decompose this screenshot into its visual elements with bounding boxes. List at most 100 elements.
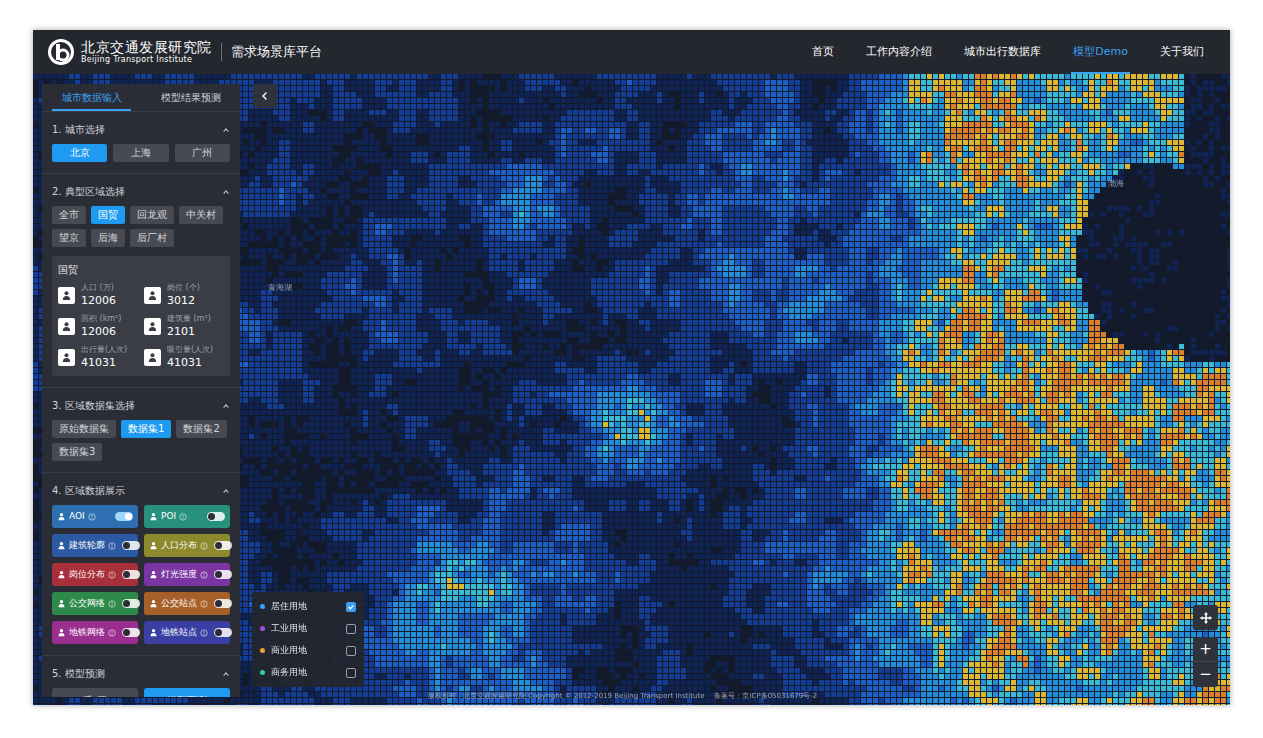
layer-chip[interactable]: 公交站点 [144,592,230,615]
section-header[interactable]: 1. 城市选择 [52,122,230,137]
layer-switch[interactable] [214,628,232,637]
legend-item[interactable]: 商务用地 [260,664,356,681]
layer-switch[interactable] [214,541,232,550]
move-icon [1199,611,1213,625]
zoom-out-button[interactable]: − [1193,662,1218,687]
layer-chip[interactable]: 人口分布 [144,534,230,557]
stat-label: 出行量(人次) [81,346,127,354]
switch-knob [123,571,130,578]
layer-switch[interactable] [122,570,140,579]
option-button[interactable]: 原始数据集 [52,420,116,438]
panel-tab[interactable]: 城市数据输入 [42,84,141,111]
switch-knob [215,629,222,636]
option-button[interactable]: 国贸 [91,206,125,224]
nav-item[interactable]: 城市出行数据库 [962,30,1043,74]
info-icon [200,571,208,579]
person-icon [57,570,66,579]
region-stat: 人口 (万)12006 [58,284,138,306]
option-button[interactable]: 北京 [52,144,107,162]
info-icon [200,629,208,637]
zoom-in-button[interactable]: + [1193,637,1218,662]
map-area[interactable]: 渤海青海湖 城市数据输入模型结果预测1. 城市选择北京上海广州2. 典型区域选择… [33,74,1230,705]
logo[interactable]: 北京交通发展研究院Beijing Transport Institute [47,38,212,66]
layer-chip[interactable]: AOI [52,505,138,528]
layer-chip[interactable]: 公交网络 [52,592,138,615]
person-icon [61,352,72,363]
stat-icon-box [58,349,75,366]
option-button[interactable]: 回龙观 [130,206,174,224]
legend-checkbox[interactable] [346,668,356,678]
option-label: 后厂村 [137,233,167,243]
layer-chip[interactable]: 地铁站点 [144,621,230,644]
legend-dot [260,648,265,653]
person-icon [57,512,66,521]
layer-chip[interactable]: 岗位分布 [52,563,138,586]
legend-item[interactable]: 工业用地 [260,620,356,637]
option-button[interactable]: 望京 [52,229,86,247]
stat-label: 岗位 (个) [167,284,200,292]
option-button[interactable]: 全市 [52,206,86,224]
layer-chip[interactable]: 灯光强度 [144,563,230,586]
person-icon [149,512,158,521]
legend-dot [260,670,265,675]
chevron-left-icon [260,91,270,101]
layer-switch[interactable] [214,599,232,608]
nav-item[interactable]: 工作内容介绍 [864,30,934,74]
option-button[interactable]: 数据集1 [121,420,171,438]
predict-button[interactable]: 模型预测 [144,688,230,697]
legend-item[interactable]: 商业用地 [260,642,356,659]
stat-value: 41031 [81,357,127,368]
nav-label: 首页 [812,44,834,61]
layer-label: POI [161,510,176,524]
legend-checkbox[interactable] [346,646,356,656]
panel-section: 1. 城市选择北京 上海 广州 [42,112,240,174]
reset-button[interactable]: 重 置 [52,688,138,697]
layer-switch[interactable] [122,599,140,608]
layer-switch[interactable] [214,570,232,579]
option-label: 国贸 [98,210,118,220]
stat-value: 12006 [81,326,121,337]
person-icon [149,628,158,637]
layer-chip[interactable]: 地铁网络 [52,621,138,644]
legend-item[interactable]: 居住用地 [260,598,356,615]
pan-button[interactable] [1193,605,1218,630]
section-header[interactable]: 4. 区域数据展示 [52,483,230,498]
nav-bar: 首页 工作内容介绍 城市出行数据库 模型Demo 关于我们 [810,30,1206,74]
region-card-title: 国贸 [58,262,224,277]
section-header[interactable]: 2. 典型区域选择 [52,184,230,199]
nav-label: 城市出行数据库 [964,44,1041,61]
person-icon [61,290,72,301]
option-button[interactable]: 中关村 [179,206,223,224]
layer-switch[interactable] [122,628,140,637]
layer-chip[interactable]: 建筑轮廓 [52,534,138,557]
legend-checkbox[interactable] [346,624,356,634]
nav-item[interactable]: 首页 [810,30,836,74]
layer-switch[interactable] [207,512,225,521]
section-header[interactable]: 3. 区域数据集选择 [52,398,230,413]
option-button[interactable]: 上海 [113,144,168,162]
switch-knob [215,600,222,607]
section-header[interactable]: 5. 模型预测 [52,666,230,681]
option-button[interactable]: 数据集3 [52,443,102,461]
option-button[interactable]: 数据集2 [176,420,226,438]
legend-label: 居住用地 [271,600,307,614]
stat-icon-box [144,318,161,335]
layer-label: 地铁站点 [161,626,197,640]
person-icon [149,570,158,579]
stat-label: 面积 (km²) [81,315,121,323]
option-button[interactable]: 后海 [91,229,125,247]
icp-text: 备案号：京ICP备05031679号-2 [714,691,817,702]
option-button[interactable]: 广州 [175,144,230,162]
collapse-button[interactable] [253,84,277,108]
layer-switch[interactable] [122,541,140,550]
option-button[interactable]: 后厂村 [130,229,174,247]
switch-knob [125,513,132,520]
option-label: 上海 [131,148,151,158]
legend-checkbox[interactable] [346,602,356,612]
layer-chip[interactable]: POI [144,505,230,528]
nav-item[interactable]: 关于我们 [1158,30,1206,74]
nav-item[interactable]: 模型Demo [1071,30,1130,74]
layer-switch[interactable] [115,512,133,521]
panel-tab[interactable]: 模型结果预测 [141,84,240,111]
legend-label: 工业用地 [271,622,307,636]
